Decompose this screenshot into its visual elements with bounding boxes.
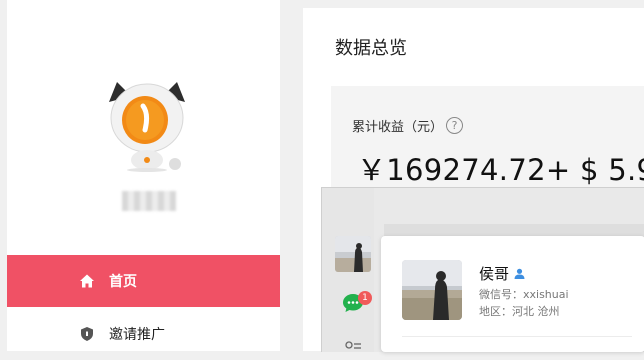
contact-name: 侯哥: [479, 265, 510, 283]
home-icon: [80, 274, 94, 288]
sidebar: 首页 邀请推广: [7, 0, 280, 351]
earnings-label: 累计收益（元）: [352, 120, 444, 135]
contact-region: 地区：河北 沧州: [479, 305, 560, 318]
username-blurred: [122, 191, 176, 211]
sidebar-item-invite[interactable]: 邀请推广: [7, 308, 280, 360]
wechat-self-avatar[interactable]: [335, 236, 371, 272]
contact-name-row: 侯哥: [479, 263, 525, 284]
wechat-sidebar: 1: [322, 188, 374, 352]
earnings-label-row: 累计收益（元） ?: [352, 116, 464, 135]
unread-badge: 1: [358, 291, 372, 305]
user-avatar[interactable]: [105, 80, 189, 172]
contacts-icon[interactable]: [344, 340, 362, 352]
robot-mascot-icon: [109, 82, 185, 172]
wechat-window: 1 侯哥 微信号：xxishuai 地区：河北 沧州: [321, 187, 644, 352]
sidebar-item-label: 邀请推广: [109, 327, 165, 343]
contact-wechat-id: 微信号：xxishuai: [479, 288, 569, 301]
photo-avatar-icon: [335, 236, 371, 272]
page-title: 数据总览: [335, 38, 407, 59]
sidebar-item-label: 首页: [109, 274, 137, 290]
help-icon[interactable]: ?: [446, 117, 464, 134]
shield-icon: [81, 327, 93, 341]
sidebar-item-home[interactable]: 首页: [7, 255, 280, 307]
person-icon: [514, 268, 525, 279]
divider: [402, 336, 632, 337]
contact-avatar[interactable]: [402, 260, 462, 320]
contact-profile-card: 侯哥 微信号：xxishuai 地区：河北 沧州: [381, 236, 644, 352]
earnings-value: ￥169274.72+ $ 5.99: [357, 153, 644, 187]
photo-avatar-icon: [402, 260, 462, 320]
